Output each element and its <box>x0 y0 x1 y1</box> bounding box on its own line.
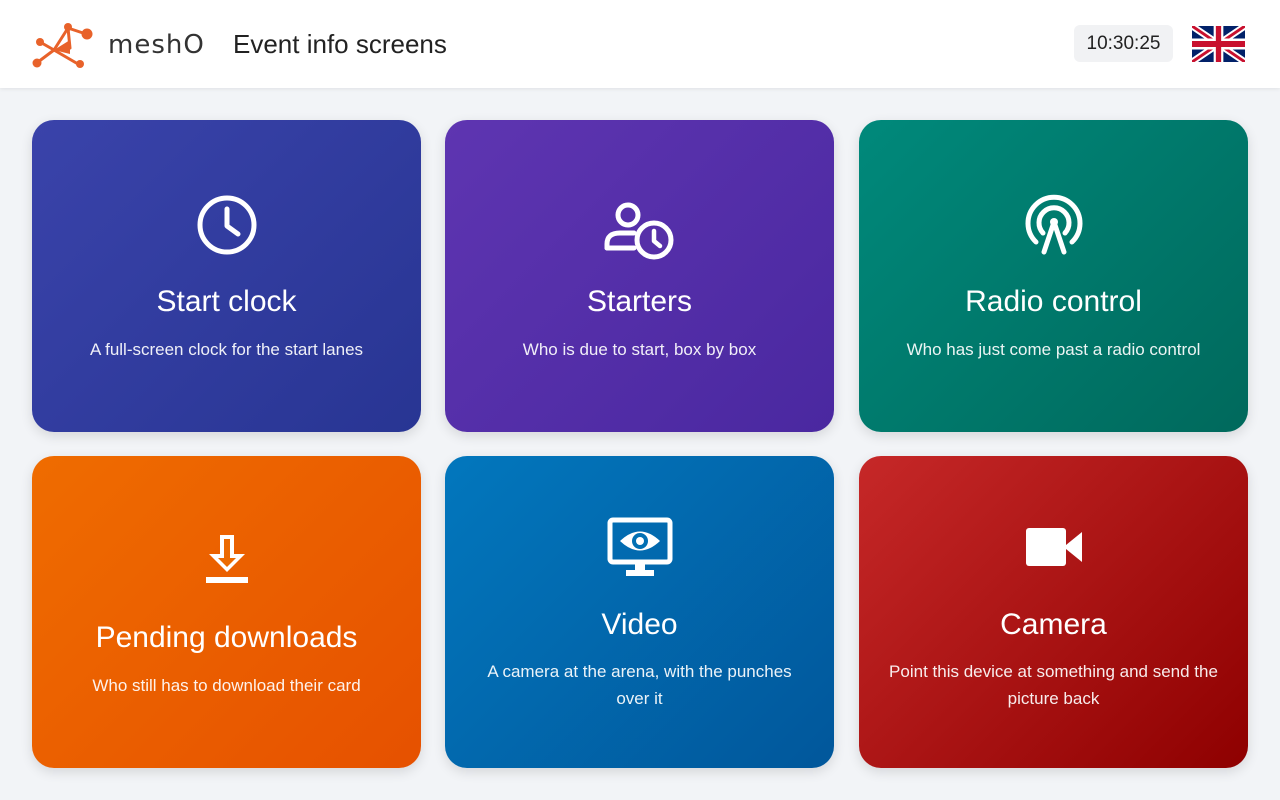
person-clock-icon <box>604 202 673 260</box>
monitor-eye-icon <box>607 517 672 576</box>
tile-pending-downloads[interactable]: Pending downloads Who still has to downl… <box>32 456 421 768</box>
tile-description: Who is due to start, box by box <box>522 340 757 359</box>
uk-flag-icon[interactable] <box>1192 26 1245 62</box>
tile-description: A camera at the arena, with the punches … <box>487 662 792 708</box>
radio-antenna-icon <box>1025 194 1082 255</box>
tile-start-clock[interactable]: Start clock A full-screen clock for the … <box>32 120 421 432</box>
tile-title: Radio control <box>965 285 1142 318</box>
tile-camera[interactable]: Camera Point this device at something an… <box>859 456 1248 768</box>
tile-description: Point this device at something and send … <box>889 662 1218 708</box>
app-header: meshO Event info screens 10:30:25 <box>0 0 1280 88</box>
tile-description: A full-screen clock for the start lanes <box>89 340 364 359</box>
tile-title: Video <box>601 608 678 641</box>
download-icon <box>205 535 248 583</box>
brand-name: meshO <box>108 30 205 60</box>
clock-icon <box>197 195 256 255</box>
tile-description: Who still has to download their card <box>92 676 361 695</box>
tile-title: Pending downloads <box>95 621 358 654</box>
video-camera-icon <box>1025 528 1082 566</box>
tile-description: Who has just come past a radio control <box>906 340 1201 359</box>
tile-title: Starters <box>586 285 693 318</box>
tile-starters[interactable]: Starters Who is due to start, box by box <box>445 120 834 432</box>
tile-radio-control[interactable]: Radio control Who has just come past a r… <box>859 120 1248 432</box>
tile-video[interactable]: Video A camera at the arena, with the pu… <box>445 456 834 768</box>
header-clock: 10:30:25 <box>1074 25 1173 62</box>
page-title: Event info screens <box>233 29 447 59</box>
mesho-logo-icon <box>32 23 93 68</box>
tile-title: Start clock <box>156 285 297 318</box>
tile-title: Camera <box>1000 608 1107 641</box>
